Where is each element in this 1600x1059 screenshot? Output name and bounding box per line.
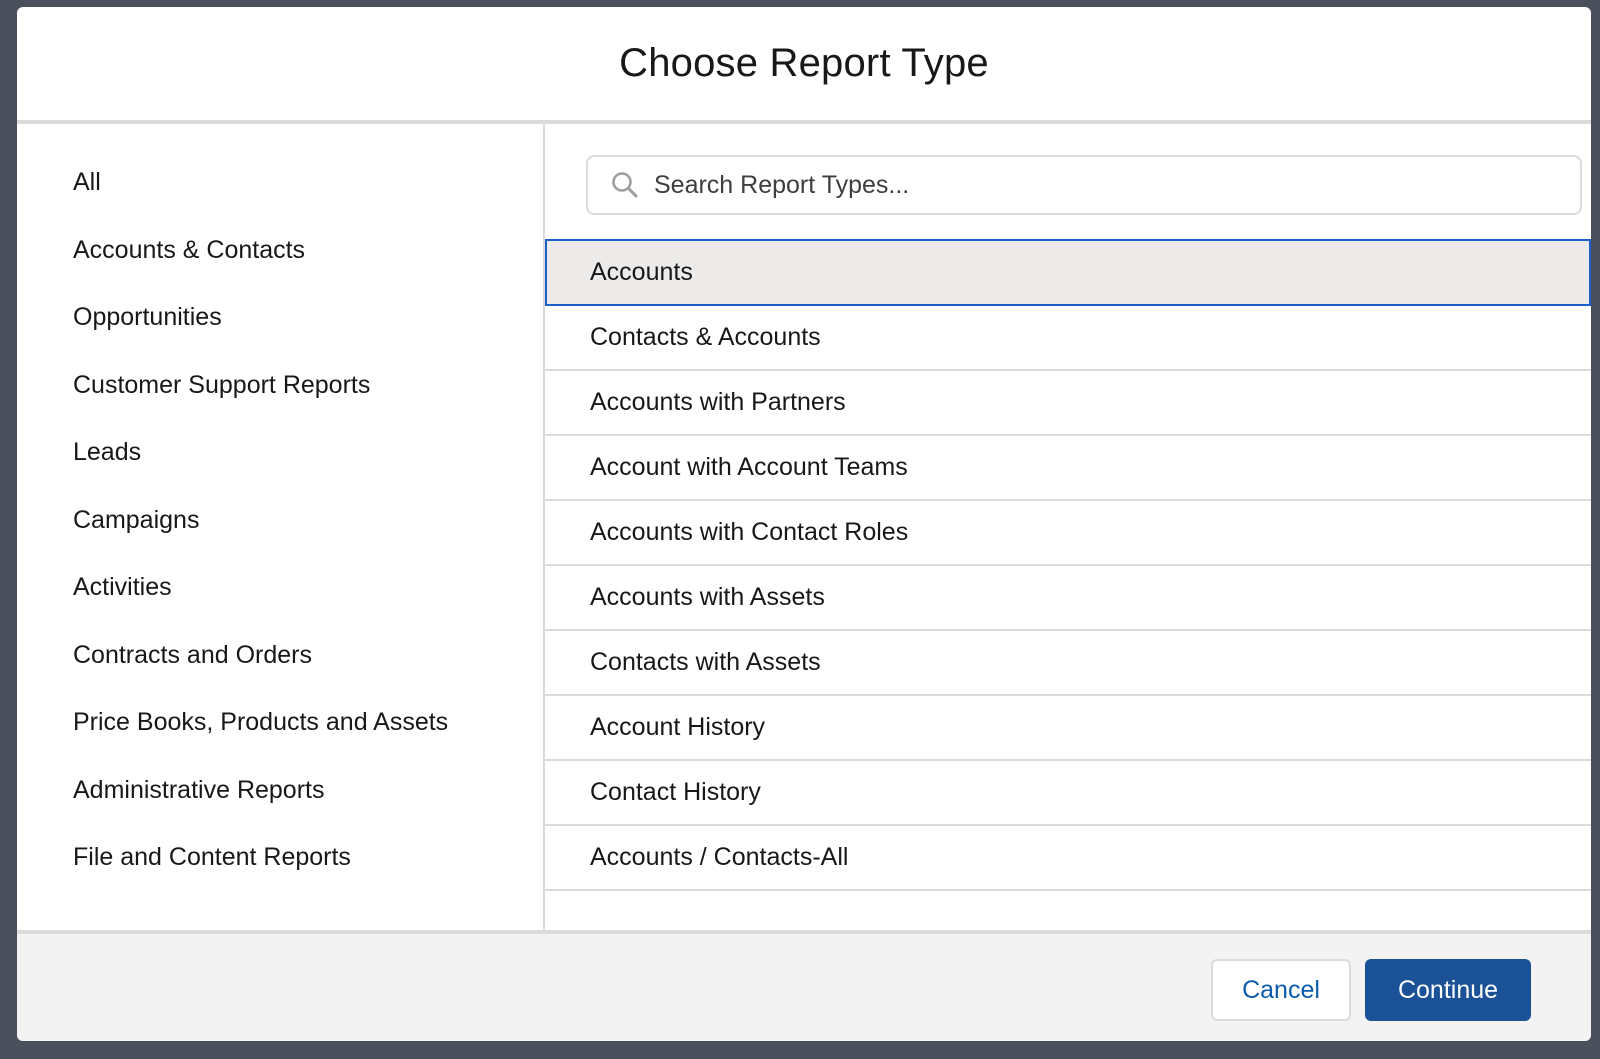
report-type-panel: Accounts Contacts & Accounts Accounts wi… (545, 124, 1591, 934)
sidebar-item-activities[interactable]: Activities (73, 573, 172, 602)
modal-header: Choose Report Type (17, 7, 1591, 124)
modal-body: All Accounts & Contacts Opportunities Cu… (17, 124, 1591, 934)
sidebar-item-price-books-products-assets[interactable]: Price Books, Products and Assets (73, 708, 448, 737)
report-type-item-contact-history[interactable]: Contact History (545, 761, 1591, 826)
search-box[interactable] (586, 155, 1582, 215)
report-type-item-contacts-accounts[interactable]: Contacts & Accounts (545, 306, 1591, 371)
report-type-item-contacts-with-assets[interactable]: Contacts with Assets (545, 631, 1591, 696)
sidebar-item-accounts-contacts[interactable]: Accounts & Contacts (73, 236, 305, 265)
sidebar-item-file-content-reports[interactable]: File and Content Reports (73, 843, 351, 872)
search-report-types-input[interactable] (652, 169, 1580, 201)
report-type-item-account-with-account-teams[interactable]: Account with Account Teams (545, 436, 1591, 501)
sidebar-item-leads[interactable]: Leads (73, 438, 141, 467)
report-type-item-accounts-with-partners[interactable]: Accounts with Partners (545, 371, 1591, 436)
search-icon (612, 172, 638, 198)
modal-footer: Cancel Continue (17, 930, 1591, 1041)
sidebar-item-customer-support-reports[interactable]: Customer Support Reports (73, 371, 370, 400)
category-sidebar: All Accounts & Contacts Opportunities Cu… (17, 124, 545, 934)
report-type-item-accounts-with-contact-roles[interactable]: Accounts with Contact Roles (545, 501, 1591, 566)
report-type-item-accounts-with-assets[interactable]: Accounts with Assets (545, 566, 1591, 631)
sidebar-item-administrative-reports[interactable]: Administrative Reports (73, 776, 324, 805)
choose-report-type-modal: Choose Report Type All Accounts & Contac… (17, 7, 1591, 1041)
report-type-item-accounts-contacts-all[interactable]: Accounts / Contacts-All (545, 826, 1591, 891)
sidebar-item-contracts-orders[interactable]: Contracts and Orders (73, 641, 312, 670)
sidebar-item-opportunities[interactable]: Opportunities (73, 303, 222, 332)
report-type-item-accounts[interactable]: Accounts (545, 239, 1591, 306)
modal-title: Choose Report Type (619, 41, 989, 85)
continue-button[interactable]: Continue (1365, 959, 1531, 1021)
sidebar-item-campaigns[interactable]: Campaigns (73, 506, 199, 535)
sidebar-item-all[interactable]: All (73, 168, 101, 197)
report-type-item-account-history[interactable]: Account History (545, 696, 1591, 761)
cancel-button[interactable]: Cancel (1211, 959, 1351, 1021)
report-type-list: Accounts Contacts & Accounts Accounts wi… (545, 239, 1591, 891)
